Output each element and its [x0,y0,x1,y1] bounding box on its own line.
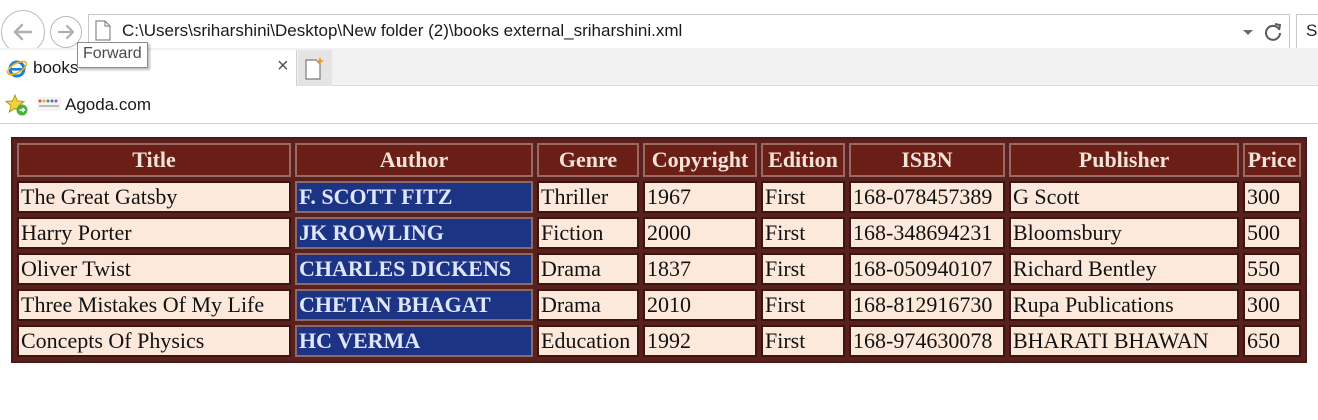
tab-books[interactable]: books × [0,50,297,86]
cell-copyright: 1837 [643,253,757,285]
tab-bar: books × [0,48,1318,86]
cell-edition: First [761,217,845,249]
table-row: Concepts Of Physics HC VERMA Education 1… [17,325,1301,357]
header-isbn: ISBN [849,143,1005,177]
cell-isbn: 168-078457389 [849,181,1005,213]
cell-genre: Drama [537,289,639,321]
cell-isbn: 168-974630078 [849,325,1005,357]
cell-copyright: 2010 [643,289,757,321]
chevron-down-icon[interactable] [1241,25,1255,39]
header-publisher: Publisher [1009,143,1239,177]
header-price: Price [1243,143,1301,177]
cell-price: 500 [1243,217,1301,249]
tab-title: books [33,58,79,77]
table-header-row: Title Author Genre Copyright Edition ISB… [17,143,1301,177]
table-row: Oliver Twist CHARLES DICKENS Drama 1837 … [17,253,1301,285]
cell-publisher: BHARATI BHAWAN [1009,325,1239,357]
cell-edition: First [761,181,845,213]
new-tab-icon [305,57,324,80]
header-copyright: Copyright [643,143,757,177]
cell-author: HC VERMA [295,325,533,357]
cell-title: Oliver Twist [17,253,291,285]
header-edition: Edition [761,143,845,177]
header-title: Title [17,143,291,177]
cell-genre: Thriller [537,181,639,213]
page-content: Title Author Genre Copyright Edition ISB… [0,124,1318,420]
cell-title: Concepts Of Physics [17,325,291,357]
cell-isbn: 168-812916730 [849,289,1005,321]
cell-edition: First [761,253,845,285]
agoda-icon [37,97,61,111]
header-author: Author [295,143,533,177]
navigation-bar: C:\Users\sriharshini\Desktop\New folder … [0,0,1318,54]
cell-title: Harry Porter [17,217,291,249]
table-row: Harry Porter JK ROWLING Fiction 2000 Fir… [17,217,1301,249]
cell-genre: Education [537,325,639,357]
new-tab-button[interactable] [298,50,332,86]
cell-publisher: G Scott [1009,181,1239,213]
cell-author: CHETAN BHAGAT [295,289,533,321]
search-placeholder: Se [1306,21,1318,40]
cell-edition: First [761,325,845,357]
cell-copyright: 2000 [643,217,757,249]
ie-logo-icon [6,60,28,78]
cell-copyright: 1967 [643,181,757,213]
search-box[interactable]: Se [1296,14,1318,49]
refresh-icon[interactable] [1263,22,1283,42]
cell-author: CHARLES DICKENS [295,253,533,285]
cell-copyright: 1992 [643,325,757,357]
cell-genre: Fiction [537,217,639,249]
address-bar[interactable]: C:\Users\sriharshini\Desktop\New folder … [88,14,1290,49]
favorite-link-agoda[interactable]: Agoda.com [65,95,151,115]
table-row: The Great Gatsby F. SCOTT FITZ Thriller … [17,181,1301,213]
cell-title: The Great Gatsby [17,181,291,213]
tab-close-button[interactable]: × [277,56,289,76]
favorites-bar: Agoda.com [0,86,1318,124]
cell-edition: First [761,289,845,321]
cell-price: 300 [1243,181,1301,213]
forward-tooltip: Forward [77,42,148,68]
cell-author: F. SCOTT FITZ [295,181,533,213]
table-row: Three Mistakes Of My Life CHETAN BHAGAT … [17,289,1301,321]
cell-price: 300 [1243,289,1301,321]
address-text[interactable]: C:\Users\sriharshini\Desktop\New folder … [122,21,682,41]
browser-window: C:\Users\sriharshini\Desktop\New folder … [0,0,1318,420]
cell-genre: Drama [537,253,639,285]
cell-price: 550 [1243,253,1301,285]
header-genre: Genre [537,143,639,177]
cell-title: Three Mistakes Of My Life [17,289,291,321]
cell-author: JK ROWLING [295,217,533,249]
cell-price: 650 [1243,325,1301,357]
cell-isbn: 168-348694231 [849,217,1005,249]
cell-isbn: 168-050940107 [849,253,1005,285]
cell-publisher: Bloomsbury [1009,217,1239,249]
cell-publisher: Rupa Publications [1009,289,1239,321]
page-icon [95,20,111,41]
cell-publisher: Richard Bentley [1009,253,1239,285]
books-table: Title Author Genre Copyright Edition ISB… [11,137,1307,363]
favorites-star-icon[interactable] [5,93,29,117]
